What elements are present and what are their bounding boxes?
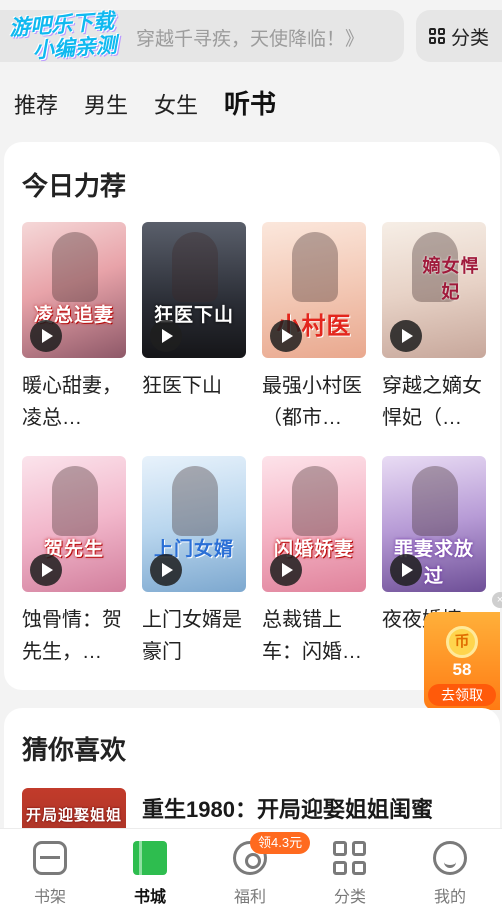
category-button-label: 分类 [450,27,489,49]
profile-icon [433,841,467,875]
book-cover[interactable]: 狂医下山 [142,222,246,358]
close-icon[interactable]: × [492,592,502,608]
cover-art [292,232,338,302]
book-cover[interactable]: 罪妻求放过 [382,456,486,592]
book-title[interactable]: 蚀骨情：贺先生，… [22,604,126,668]
book-item[interactable]: 嫡女悍妃 穿越之嫡女悍妃（… [382,222,486,434]
book-item[interactable]: 狂医下山 狂医下山 [142,222,246,434]
book-item[interactable]: 贺先生 蚀骨情：贺先生，… [22,456,126,668]
nav-label: 福利 [233,889,266,904]
cover-art [412,466,458,536]
cover-art [172,232,218,302]
book-title[interactable]: 穿越之嫡女悍妃（… [382,370,486,434]
book-cover[interactable]: 闪婚娇妻 [262,456,366,592]
book-cover[interactable]: 凌总追妻 [22,222,126,358]
category-icon [333,841,367,875]
channel-tabs: 推荐 男生 女生 听书 [14,84,276,121]
today-recommend-card: 今日力荐 凌总追妻 暖心甜妻，凌总… 狂医下山 狂医下山 小村医 最强小村医（都… [4,142,500,690]
book-title[interactable]: 上门女婿是豪门 [142,604,246,668]
nav-category[interactable]: 分类 [300,829,400,904]
play-icon[interactable] [30,554,62,586]
cover-art [52,232,98,302]
play-icon[interactable] [150,554,182,586]
nav-label: 书架 [33,889,66,904]
book-title[interactable]: 总裁错上车：闪婚… [262,604,366,668]
cover-art [52,466,98,536]
book-title[interactable]: 重生1980：开局迎娶姐姐闺蜜 [142,792,433,824]
search-placeholder: 穿越千寻疾，天使降临！》 [136,29,365,50]
grid-icon [428,28,445,44]
category-button[interactable]: 分类 [416,10,502,62]
play-icon[interactable] [390,554,422,586]
cover-art [172,466,218,536]
top-search-row: 穿越千寻疾，天使降临！》 游吧乐下载 小编亲测 分类 [0,10,502,63]
book-title[interactable]: 狂医下山 [142,370,246,434]
nav-bookstore[interactable]: 书城 [100,829,200,904]
claim-button[interactable]: 去领取 [428,684,496,706]
section-title-today: 今日力荐 [22,171,127,201]
play-icon[interactable] [270,554,302,586]
book-item[interactable]: 上门女婿 上门女婿是豪门 [142,456,246,668]
nav-label: 我的 [433,889,466,904]
reward-float-widget[interactable]: 币 58 去领取 [424,612,500,710]
bookshelf-icon [33,841,67,875]
welfare-badge[interactable]: 领4.3元 [250,832,311,854]
nav-bookshelf[interactable]: 书架 [0,829,100,904]
book-item[interactable]: 小村医 最强小村医（都市… [262,222,366,434]
bookstore-icon [133,841,167,875]
play-icon[interactable] [30,320,62,352]
book-item[interactable]: 凌总追妻 暖心甜妻，凌总… [22,222,126,434]
tab-audiobook[interactable]: 听书 [224,84,276,121]
play-icon[interactable] [150,320,182,352]
play-icon[interactable] [390,320,422,352]
book-cover[interactable]: 小村医 [262,222,366,358]
cover-art [292,466,338,536]
cover-text: 嫡女悍妃 [422,256,480,302]
book-title[interactable]: 最强小村医（都市… [262,370,366,434]
book-title[interactable]: 暖心甜妻，凌总… [22,370,126,434]
reward-amount: 58 [452,660,472,679]
nav-label: 分类 [333,889,366,904]
nav-profile[interactable]: 我的 [400,829,500,904]
book-cover[interactable]: 上门女婿 [142,456,246,592]
tab-recommend[interactable]: 推荐 [14,88,58,120]
book-cover[interactable]: 贺先生 [22,456,126,592]
play-icon[interactable] [270,320,302,352]
tab-male[interactable]: 男生 [84,88,128,120]
section-title-guess: 猜你喜欢 [22,735,127,765]
tab-female[interactable]: 女生 [154,88,198,120]
coin-icon: 币 [446,626,478,658]
book-item[interactable]: 闪婚娇妻 总裁错上车：闪婚… [262,456,366,668]
book-cover[interactable]: 嫡女悍妃 [382,222,486,358]
nav-label: 书城 [133,889,166,904]
